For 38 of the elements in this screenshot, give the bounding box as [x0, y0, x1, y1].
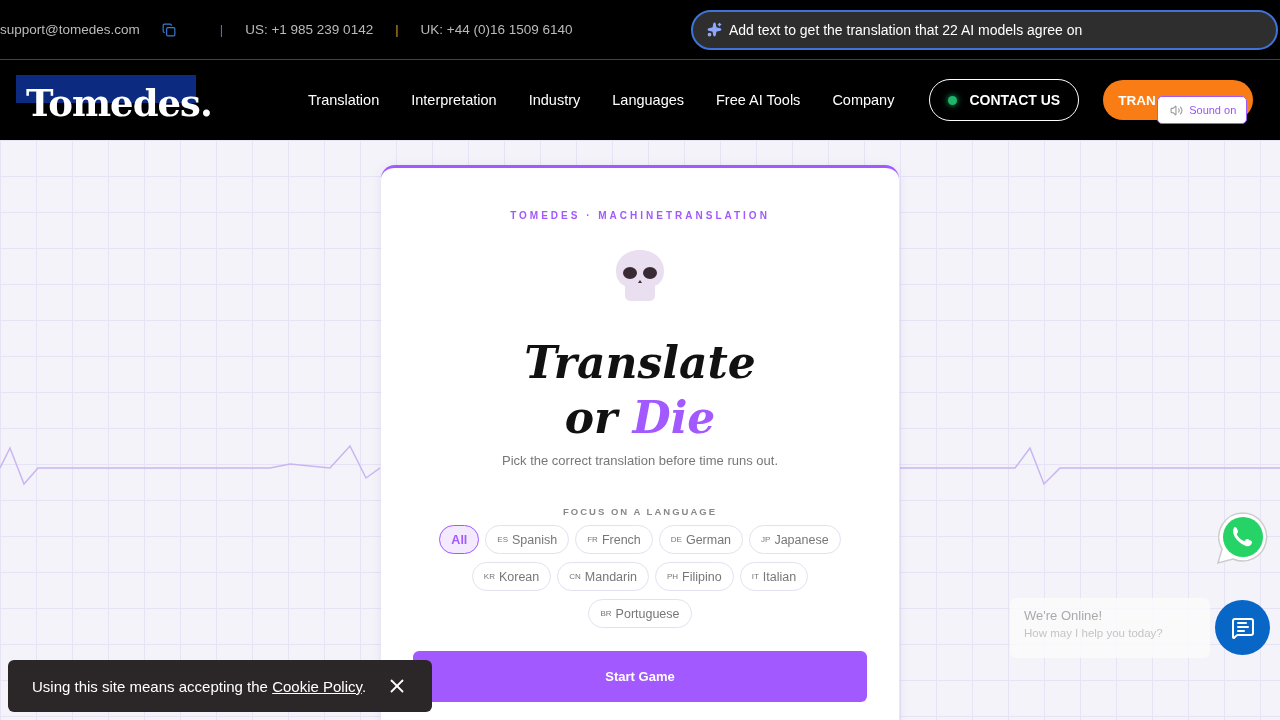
language-chip[interactable]: CN Mandarin [557, 562, 649, 591]
start-game-button[interactable]: Start Game [413, 651, 867, 702]
nav-link[interactable]: Free AI Tools [716, 92, 801, 108]
sparkle-icon [707, 21, 722, 37]
nav-link[interactable]: Translation [308, 92, 380, 108]
separator: | [395, 22, 399, 37]
email-address: support@tomedes.com [0, 22, 140, 37]
uk-phone: UK: +44 (0)16 1509 6140 [420, 22, 573, 37]
contact-button[interactable]: CONTACT US [929, 79, 1080, 121]
copy-icon[interactable] [161, 22, 176, 37]
message-icon [1230, 615, 1255, 640]
us-phone: US: +1 985 239 0142 [245, 22, 374, 37]
nav-link[interactable]: Interpretation [411, 92, 497, 108]
status-dot-icon [948, 95, 958, 105]
language-chip[interactable]: FR French [575, 525, 653, 554]
chat-title: We're Online! [1024, 608, 1104, 623]
speaker-icon [1170, 103, 1184, 117]
ai-prompt-field[interactable]: Add text to get the translation that 22 AI models agree on [691, 9, 1278, 50]
language-chip[interactable]: PH Filipino [654, 562, 734, 591]
nav-link[interactable]: Company [832, 92, 895, 108]
nav-link[interactable]: Languages [612, 92, 684, 108]
language-chip[interactable]: KR Korean [471, 562, 552, 591]
eyebrow-label: TOMEDES · MACHINETRANSLATION [510, 210, 770, 221]
separator: | [219, 22, 224, 37]
language-chip[interactable]: DE German [658, 525, 744, 554]
sound-toggle[interactable]: Sound on [1157, 96, 1248, 124]
subtitle: Pick the correct translation before time runs out. [502, 453, 778, 468]
cookie-policy-link[interactable]: Cookie Policy [272, 677, 362, 695]
game-title: Translate or Die [524, 336, 756, 445]
cookie-notice: Using this site means accepting the Cookie Policy. [32, 677, 367, 695]
language-chip[interactable]: JP Japanese [749, 525, 841, 554]
language-chip[interactable]: ES Spanish [485, 525, 570, 554]
language-chip[interactable]: All [439, 525, 480, 554]
nav-link[interactable]: Industry [528, 92, 581, 108]
focus-label: FOCUS ON A LANGUAGE [563, 506, 717, 517]
language-chip[interactable]: IT Italian [739, 562, 809, 591]
language-chip[interactable]: BR Portuguese [588, 599, 692, 628]
tomedes-logo[interactable]: Tomedes. [16, 75, 276, 125]
